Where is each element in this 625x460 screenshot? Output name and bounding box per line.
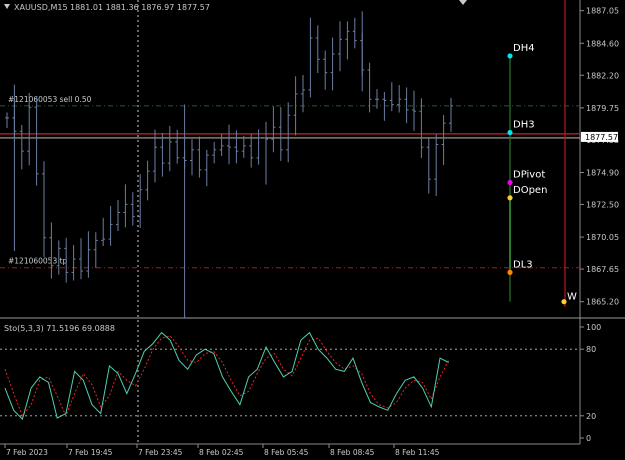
level-label: DH3: [513, 120, 535, 131]
stoch-tick-label: 20: [586, 412, 596, 421]
level-dot: [507, 195, 513, 201]
stoch-tick-label: 80: [586, 345, 596, 354]
price-tick-label: 1872.50: [586, 200, 619, 209]
time-tick-label: 8 Feb 02:45: [199, 448, 244, 457]
symbol-label: XAUUSD,M15: [14, 3, 68, 12]
level-dot: [507, 53, 513, 59]
week-level-label: W: [567, 292, 577, 303]
time-tick-label: 8 Feb 11:45: [395, 448, 440, 457]
price-tick-label: 1865.20: [586, 298, 619, 307]
time-tick-label: 8 Feb 08:45: [330, 448, 375, 457]
level-label: DL3: [513, 259, 533, 270]
level-label: DPivot: [513, 169, 545, 180]
level-label: DOpen: [513, 185, 547, 196]
stoch-tick-label: 100: [586, 323, 601, 332]
price-tick-label: 1882.20: [586, 71, 619, 80]
ohlc-readout: 1881.01 1881.36 1876.97 1877.57: [70, 3, 210, 12]
level-dot: [507, 269, 513, 275]
level-label: DH4: [513, 43, 535, 54]
time-tick-label: 8 Feb 05:45: [264, 448, 309, 457]
price-tick-label: 1870.05: [586, 233, 619, 242]
week-level-dot: [561, 299, 567, 305]
price-tick-label: 1884.60: [586, 39, 619, 48]
level-dot: [507, 179, 513, 186]
trading-chart[interactable]: #121060053 sell 0.50#121060053 tp DH4DH3…: [0, 0, 625, 460]
price-tick-label: 1879.75: [586, 104, 619, 113]
price-tick-label: 1874.90: [586, 168, 619, 177]
order-label: #121060053 sell 0.50: [8, 95, 92, 104]
indicator-label: Sto(5,3,3) 71.5196 69.0888: [4, 324, 115, 333]
time-tick-label: 7 Feb 2023: [6, 448, 48, 457]
level-dot: [507, 129, 513, 136]
price-tick-label: 1887.05: [586, 7, 619, 16]
time-tick-label: 7 Feb 23:45: [138, 448, 183, 457]
current-price-label: 1877.57: [585, 133, 618, 142]
stoch-tick-label: 0: [586, 434, 591, 443]
price-tick-label: 1867.65: [586, 265, 619, 274]
time-tick-label: 7 Feb 19:45: [68, 448, 113, 457]
